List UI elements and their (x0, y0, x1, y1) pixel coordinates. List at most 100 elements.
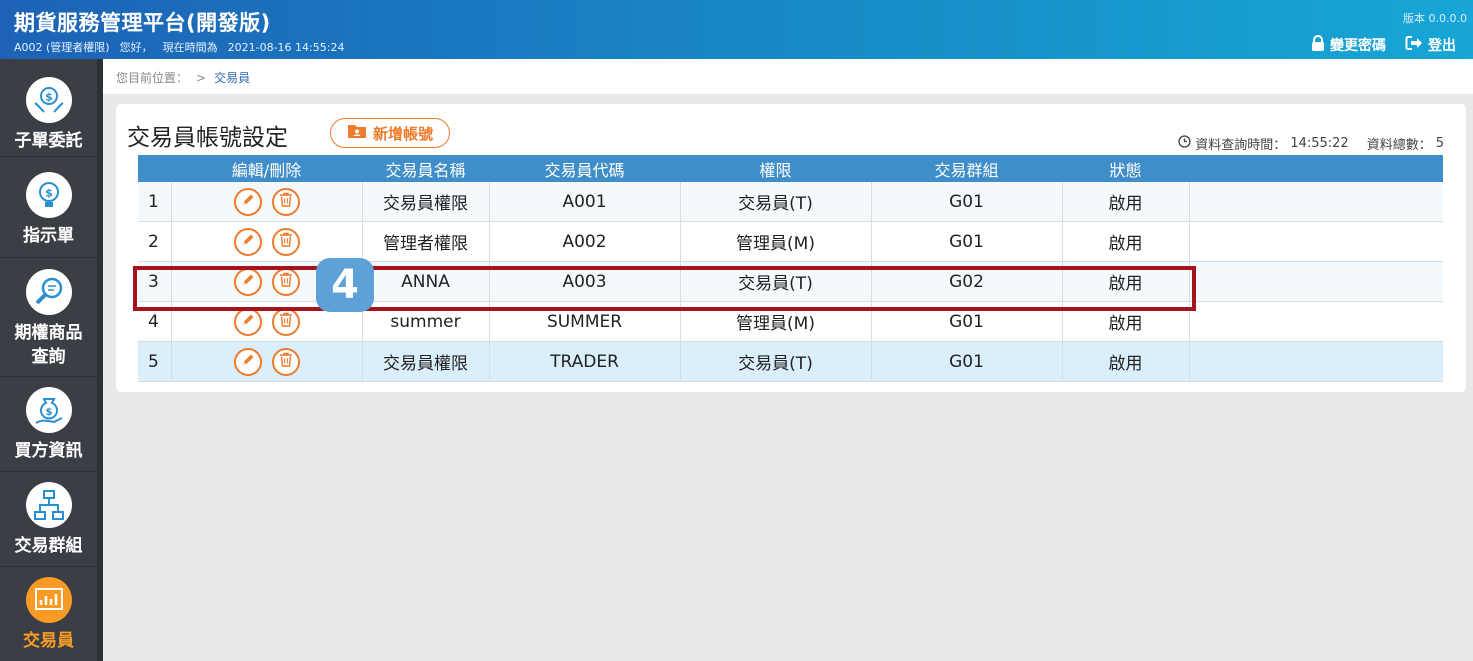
user-info: A002 (管理者權限) 您好， 現在時間為 2021-08-16 14:55:24 (14, 39, 354, 55)
role-cell: 交易員(T) (680, 341, 872, 382)
change-password-button[interactable]: 變更密碼 (1311, 35, 1386, 55)
sidebar-item-instruction[interactable]: $ 指示單 (0, 156, 97, 258)
sign-out-icon (1405, 35, 1423, 55)
row-number: 5 (138, 341, 172, 382)
total-count: 5 (1435, 136, 1444, 151)
sidebar-item-label: 交易員 (23, 631, 74, 651)
edit-button[interactable] (233, 227, 262, 256)
trash-icon (279, 312, 293, 332)
table-header-row: 編輯/刪除 交易員名稱 交易員代碼 權限 交易群組 狀態 (138, 155, 1443, 182)
current-time: 2021-08-16 14:55:24 (227, 41, 345, 54)
empty-cell (1189, 261, 1443, 302)
folder-user-icon (347, 123, 367, 143)
table-row[interactable]: 2 管理者權限 A002 管理員(M) G01 啟用 (138, 221, 1443, 262)
greeting: 您好， (119, 41, 153, 54)
query-time: 14:55:22 (1290, 136, 1349, 151)
delete-button[interactable] (271, 347, 300, 376)
trash-icon (279, 232, 293, 252)
column-header: 編輯/刪除 (171, 155, 362, 182)
role-cell: 交易員(T) (680, 182, 872, 222)
group-cell: G01 (871, 221, 1063, 262)
column-header: 狀態 (1062, 155, 1189, 182)
svg-text:$: $ (45, 187, 53, 200)
breadcrumb-current[interactable]: 交易員 (214, 71, 250, 85)
trash-icon (279, 272, 293, 292)
action-cell (171, 341, 363, 382)
delete-button[interactable] (271, 187, 300, 216)
sidebar-item-label: 指示單 (23, 226, 74, 246)
action-cell (171, 182, 363, 222)
logout-button[interactable]: 登出 (1405, 35, 1456, 55)
add-account-button[interactable]: 新增帳號 (330, 118, 450, 148)
change-password-label: 變更密碼 (1330, 38, 1386, 54)
row-number: 4 (138, 301, 172, 342)
breadcrumb-separator: > (196, 71, 207, 85)
delete-button[interactable] (271, 307, 300, 336)
svg-text:$: $ (45, 91, 53, 104)
org-chart-icon (25, 482, 72, 528)
table-row[interactable]: 1 交易員權限 A001 交易員(T) G01 啟用 (138, 182, 1443, 222)
empty-cell (1189, 182, 1443, 222)
time-label: 現在時間為 (162, 41, 218, 54)
pencil-icon (241, 192, 255, 212)
trader-code-cell: A003 (489, 261, 681, 302)
row-number: 2 (138, 221, 172, 262)
edit-button[interactable] (233, 187, 262, 216)
sidebar: $ 子單委託 $ 指示單 期權商品 查詢 $ 買方資訊 交易群組 交易員 (0, 59, 97, 661)
pencil-icon (241, 232, 255, 252)
pencil-icon (241, 312, 255, 332)
group-cell: G01 (871, 301, 1063, 342)
status-cell: 啟用 (1062, 341, 1190, 382)
app-header: 期貨服務管理平台(開發版) A002 (管理者權限) 您好， 現在時間為 2021-0… (0, 0, 1473, 59)
edit-button[interactable] (233, 307, 262, 336)
sidebar-item-buyer-info[interactable]: $ 買方資訊 (0, 376, 97, 472)
sidebar-item-label: 子單委託 (14, 131, 83, 151)
trader-name-cell: ANNA (362, 261, 490, 302)
edit-button[interactable] (233, 347, 262, 376)
column-header (138, 155, 171, 182)
role-cell: 管理員(M) (680, 221, 872, 262)
step-badge: 4 (316, 258, 374, 312)
breadcrumb-prefix: 您目前位置： (116, 71, 189, 85)
trader-code-cell: A001 (489, 182, 681, 222)
money-bag-hand-icon: $ (25, 387, 72, 433)
status-cell: 啟用 (1062, 182, 1190, 222)
trader-name-cell: 交易員權限 (362, 341, 490, 382)
delete-button[interactable] (271, 227, 300, 256)
table-row[interactable]: 5 交易員權限 TRADER 交易員(T) G01 啟用 (138, 341, 1443, 382)
pencil-icon (241, 272, 255, 292)
row-number: 1 (138, 182, 172, 222)
row-number: 3 (138, 261, 172, 302)
lightbulb-dollar-icon: $ (25, 172, 72, 218)
trader-name-cell: summer (362, 301, 490, 342)
trash-icon (279, 192, 293, 212)
magnifier-icon (25, 269, 72, 315)
column-header: 權限 (680, 155, 871, 182)
edit-button[interactable] (233, 267, 262, 296)
action-cell (171, 221, 363, 262)
monitor-chart-icon (25, 577, 72, 623)
trader-panel: 交易員帳號設定 新增帳號 資料查詢時間： 14:55:22 資料總數： 5 編輯/刪… (116, 104, 1466, 392)
money-hands-icon: $ (25, 77, 72, 123)
trader-code-cell: TRADER (489, 341, 681, 382)
user-id: A002 (管理者權限) (14, 41, 110, 54)
status-cell: 啟用 (1062, 261, 1190, 302)
trader-code-cell: SUMMER (489, 301, 681, 342)
total-label: 資料總數： (1366, 138, 1432, 153)
version-label: 版本 0.0.0.0 (1403, 12, 1467, 25)
empty-cell (1189, 301, 1443, 342)
empty-cell (1189, 341, 1443, 382)
sidebar-scroll-edge (97, 59, 103, 661)
sidebar-item-option-query[interactable]: 期權商品 查詢 (0, 257, 97, 377)
delete-button[interactable] (271, 267, 300, 296)
sidebar-item-trader[interactable]: 交易員 (0, 566, 97, 661)
app-title: 期貨服務管理平台(開發版) (14, 11, 271, 35)
query-info: 資料查詢時間： 14:55:22 資料總數： 5 (1178, 134, 1444, 153)
sidebar-item-sub-order[interactable]: $ 子單委託 (0, 77, 97, 157)
sidebar-item-label: 期權商品 查詢 (14, 323, 83, 367)
group-cell: G01 (871, 182, 1063, 222)
trader-code-cell: A002 (489, 221, 681, 262)
trash-icon (279, 352, 293, 372)
group-cell: G01 (871, 341, 1063, 382)
sidebar-item-trading-group[interactable]: 交易群組 (0, 471, 97, 567)
